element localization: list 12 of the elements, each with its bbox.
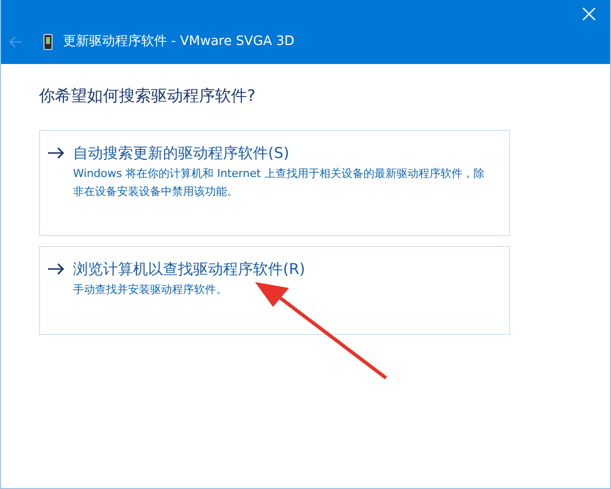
option-card[interactable]: 浏览计算机以查找驱动程序软件(R) 手动查找并安装驱动程序软件。: [39, 246, 510, 335]
option-description: Windows 将在你的计算机和 Internet 上查找用于相关设备的最新驱动程序软件，除非在设备安装设备中禁用该功能。: [72, 166, 486, 200]
arrow-icon: [47, 147, 65, 160]
device-icon: [43, 34, 53, 50]
window-title: 更新驱动程序软件 - VMware SVGA 3D: [63, 33, 294, 51]
close-icon[interactable]: [582, 7, 596, 21]
dialog-heading: 你希望如何搜索驱动程序软件?: [39, 85, 256, 107]
arrow-icon: [47, 263, 65, 276]
option-card[interactable]: 自动搜索更新的驱动程序软件(S) Windows 将在你的计算机和 Internet 上查找用于相关设备的最新驱动程序软件，除非在设备安装设备中禁用该功能。: [39, 130, 510, 236]
option-title: 浏览计算机以查找驱动程序软件(R): [73, 259, 306, 280]
option-title: 自动搜索更新的驱动程序软件(S): [73, 143, 290, 164]
option-description: 手动查找并安装驱动程序软件。: [72, 282, 228, 298]
